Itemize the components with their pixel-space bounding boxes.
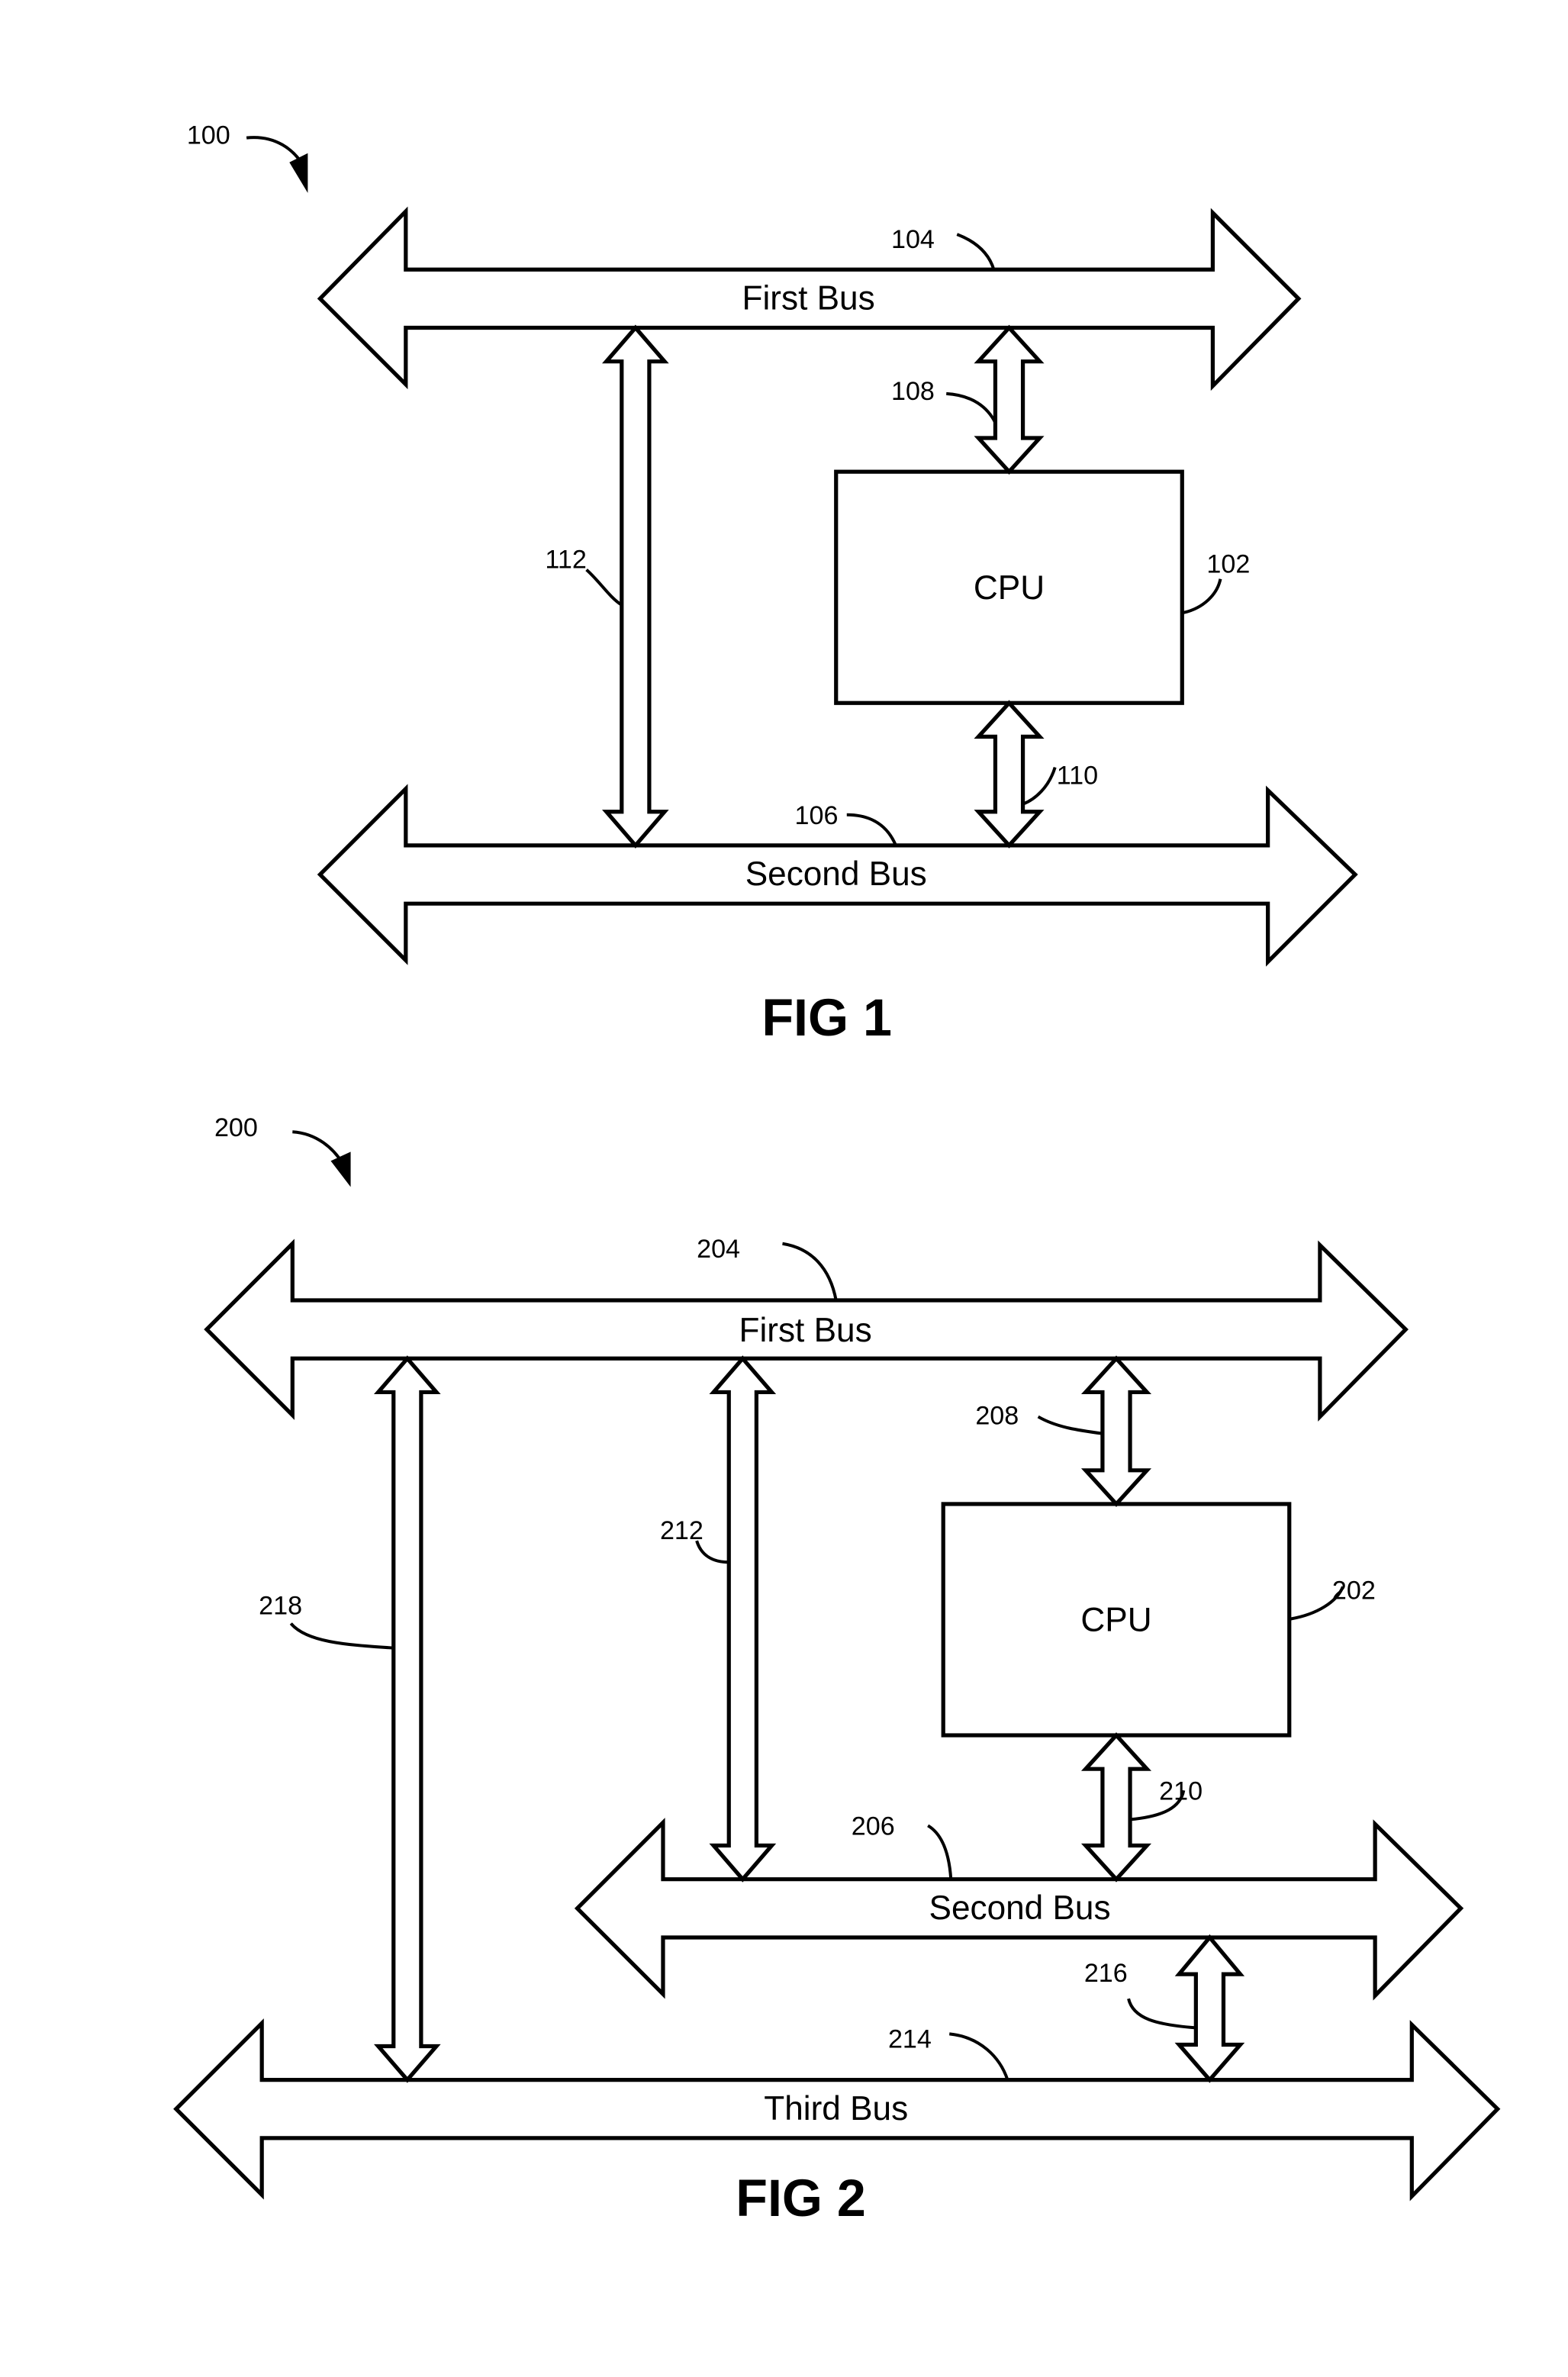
figure-1: 100 First Bus 104 Second Bus 106 CPU 102… (187, 121, 1358, 1047)
first-bus-label: First Bus (739, 1312, 872, 1349)
first-bus-ref: 104 (891, 225, 935, 254)
link-216-arrow (1174, 1934, 1245, 2083)
second-bus-label: Second Bus (929, 1889, 1111, 1927)
link-216-leader (1127, 1998, 1196, 2030)
first-bus-leader (782, 1242, 838, 1301)
second-bus-ref: 206 (852, 1812, 895, 1841)
link-112-leader (585, 568, 623, 607)
system-ref-200: 200 (214, 1113, 258, 1142)
figure-1-caption: FIG 1 (761, 989, 892, 1047)
second-bus-leader (846, 813, 897, 846)
third-bus-ref: 214 (888, 2024, 932, 2053)
cpu-label: CPU (1080, 1602, 1151, 1639)
first-bus-leader (956, 233, 996, 270)
link-216-ref: 216 (1084, 1959, 1128, 1988)
cpu-ref: 102 (1206, 550, 1250, 579)
patent-drawing: 100 First Bus 104 Second Bus 106 CPU 102… (173, 121, 1501, 2227)
second-bus-label: Second Bus (745, 855, 927, 893)
link-210-arrow (1080, 1732, 1152, 1883)
link-110-arrow (974, 700, 1045, 849)
link-218-ref: 218 (259, 1591, 302, 1620)
first-bus-label: First Bus (742, 279, 875, 317)
second-bus-ref: 106 (795, 801, 839, 830)
link-112-ref: 112 (545, 546, 586, 575)
link-108-arrow (974, 324, 1045, 475)
link-208-leader (1037, 1415, 1103, 1435)
third-bus-label: Third Bus (764, 2090, 908, 2127)
figure-2: 200 First Bus 204 Second Bus 206 Third B… (173, 1113, 1501, 2227)
link-108-ref: 108 (891, 377, 935, 406)
link-110-leader (1022, 766, 1057, 806)
cpu-label: CPU (974, 569, 1045, 607)
link-218-arrow (373, 1355, 441, 2083)
cpu-ref: 202 (1332, 1576, 1376, 1605)
link-218-leader (289, 1622, 394, 1650)
link-112-arrow (602, 324, 669, 849)
first-bus-ref: 204 (697, 1235, 740, 1264)
link-110-ref: 110 (1057, 762, 1098, 791)
third-bus-leader (949, 2032, 1009, 2081)
figure-2-caption: FIG 2 (736, 2169, 866, 2227)
cpu-ref-leader (1183, 578, 1222, 614)
link-212-arrow (709, 1355, 777, 1883)
second-bus-leader (927, 1824, 953, 1879)
system-ref-100: 100 (187, 121, 230, 150)
link-108-leader (946, 391, 997, 424)
system-ref-arrowhead-icon (330, 1151, 351, 1187)
system-ref-arrowhead-icon (289, 153, 308, 193)
link-208-ref: 208 (975, 1402, 1019, 1431)
link-210-ref: 210 (1159, 1776, 1203, 1805)
